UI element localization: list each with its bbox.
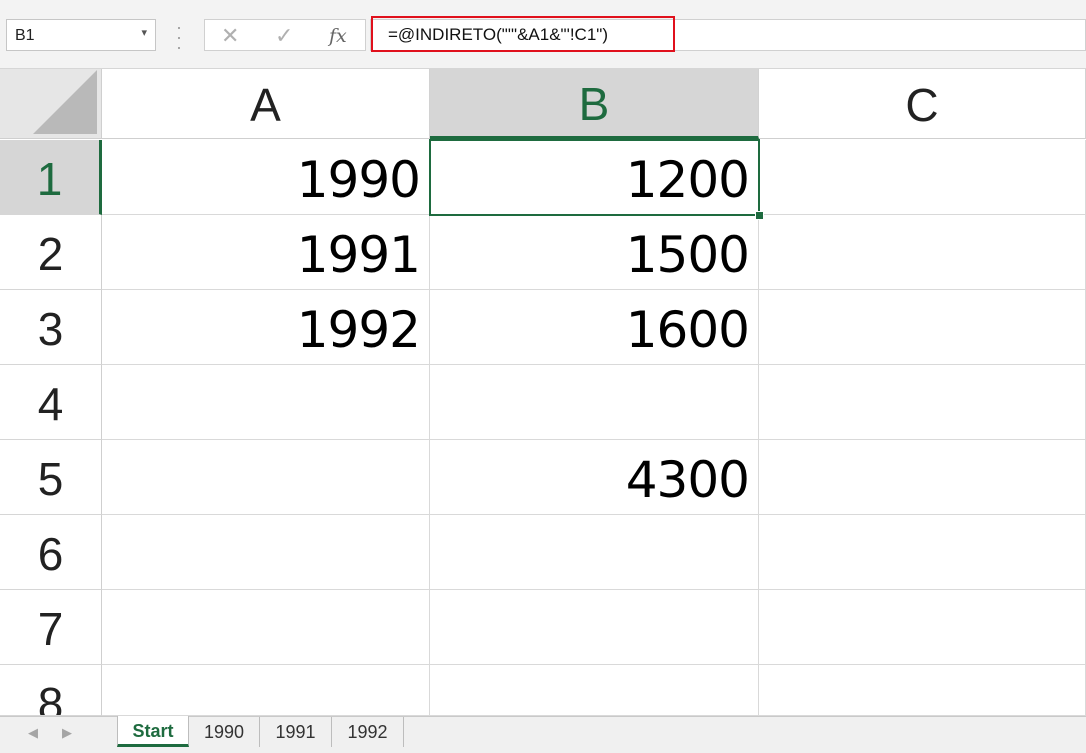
cell-b2[interactable]: 1500 (430, 215, 759, 290)
cell-a2[interactable]: 1991 (102, 215, 430, 290)
row-header-8[interactable]: 8 (0, 665, 102, 716)
cell-c3[interactable] (759, 290, 1086, 365)
check-icon[interactable]: ✓ (275, 23, 293, 49)
cell-b1[interactable]: 1200 (430, 140, 759, 215)
chevron-right-icon[interactable]: ▶ (62, 725, 72, 741)
formula-text[interactable]: =@INDIRETO("'"&A1&"'!C1") (388, 25, 608, 45)
cell-c8[interactable] (759, 665, 1086, 716)
cancel-icon[interactable]: ✕ (221, 23, 239, 49)
cell-c2[interactable] (759, 215, 1086, 290)
sheet-tab-1990[interactable]: 1990 (189, 717, 260, 747)
cell-c5[interactable] (759, 440, 1086, 515)
sheet-tab-1992[interactable]: 1992 (332, 717, 404, 747)
cell-b7[interactable] (430, 590, 759, 665)
name-box-value: B1 (15, 27, 35, 44)
row-header-6[interactable]: 6 (0, 515, 102, 590)
cell-a5[interactable] (102, 440, 430, 515)
cell-c7[interactable] (759, 590, 1086, 665)
select-all-button[interactable] (0, 69, 102, 139)
insert-function-icon[interactable]: fx (329, 25, 347, 47)
chevron-down-icon[interactable]: ▾ (141, 26, 147, 39)
column-header-b[interactable]: B (430, 69, 759, 139)
row-header-1[interactable]: 1 (0, 140, 102, 215)
cell-a3[interactable]: 1992 (102, 290, 430, 365)
cell-c1[interactable] (759, 140, 1086, 215)
formula-buttons: ✕ ✓ fx (204, 19, 366, 51)
column-header-c[interactable]: C (759, 69, 1086, 139)
cell-a4[interactable] (102, 365, 430, 440)
cell-b8[interactable] (430, 665, 759, 716)
sheet-tab-start[interactable]: Start (117, 716, 189, 747)
cell-b3[interactable]: 1600 (430, 290, 759, 365)
cell-a6[interactable] (102, 515, 430, 590)
cell-c6[interactable] (759, 515, 1086, 590)
row-header-2[interactable]: 2 (0, 215, 102, 290)
cell-b4[interactable] (430, 365, 759, 440)
name-box[interactable]: B1 ▾ (6, 19, 156, 51)
drag-handle-icon[interactable]: · · · (174, 18, 184, 56)
row-header-4[interactable]: 4 (0, 365, 102, 440)
row-header-7[interactable]: 7 (0, 590, 102, 665)
column-header-a[interactable]: A (102, 69, 430, 139)
row-header-5[interactable]: 5 (0, 440, 102, 515)
cell-b5[interactable]: 4300 (430, 440, 759, 515)
cell-c4[interactable] (759, 365, 1086, 440)
cell-a1[interactable]: 1990 (102, 140, 430, 215)
sheet-tab-1991[interactable]: 1991 (260, 717, 332, 747)
select-all-triangle-icon (33, 70, 97, 134)
row-header-3[interactable]: 3 (0, 290, 102, 365)
sheet-tab-bar: ◀ ▶ Start 1990 1991 1992 (0, 716, 1086, 753)
cell-a7[interactable] (102, 590, 430, 665)
fill-handle[interactable] (755, 211, 764, 220)
cell-a8[interactable] (102, 665, 430, 716)
cell-b6[interactable] (430, 515, 759, 590)
chevron-left-icon[interactable]: ◀ (28, 725, 38, 741)
